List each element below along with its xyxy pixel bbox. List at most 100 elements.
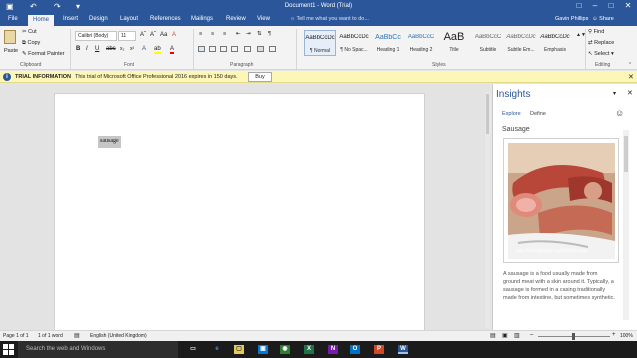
onenote-icon[interactable]: N	[328, 345, 338, 354]
format-painter-button[interactable]: ✎ Format Painter	[22, 51, 65, 57]
underline-icon[interactable]: U	[95, 46, 99, 52]
italic-icon[interactable]: I	[86, 46, 88, 52]
select-button[interactable]: ↖ Select ▾	[588, 51, 614, 57]
tab-references[interactable]: References	[150, 16, 181, 22]
maximize-icon[interactable]: □	[603, 1, 619, 10]
word-count[interactable]: 1 of 1 word	[38, 333, 63, 339]
tab-design[interactable]: Design	[89, 16, 108, 22]
zoom-out-icon[interactable]: –	[530, 332, 533, 338]
smiley-icon[interactable]: ☺	[615, 108, 624, 118]
highlight-icon[interactable]: ab	[154, 46, 161, 54]
taskbar-search-box[interactable]: Search the web and Windows	[18, 341, 178, 358]
page-count[interactable]: Page 1 of 1	[3, 333, 29, 339]
align-left-icon[interactable]	[198, 46, 205, 52]
close-icon[interactable]: ✕	[620, 1, 636, 10]
tab-define[interactable]: Define	[530, 111, 546, 117]
web-layout-icon[interactable]: ▥	[514, 332, 520, 339]
collapse-ribbon-icon[interactable]: ⌃	[628, 62, 632, 68]
style-heading-2[interactable]: AaBbCcC Heading 2	[405, 30, 437, 56]
bold-icon[interactable]: B	[76, 46, 80, 52]
clear-formatting-icon[interactable]: A	[172, 32, 176, 38]
scrollbar-thumb[interactable]	[486, 94, 489, 134]
zoom-level[interactable]: 100%	[620, 333, 633, 339]
chrome-icon[interactable]: ◉	[280, 345, 290, 354]
tab-file[interactable]: File	[8, 16, 18, 22]
minimize-icon[interactable]: –	[587, 1, 603, 10]
change-case-icon[interactable]: Aa	[160, 32, 167, 38]
style-emphasis[interactable]: AaBbCcDc Emphasis	[539, 30, 571, 56]
strikethrough-icon[interactable]: abc	[106, 46, 116, 52]
tell-me-box[interactable]: ☼ Tell me what you want to do...	[290, 16, 369, 22]
topic-image-card[interactable]: http://en.wikipedia.org/wiki/Sausage	[503, 138, 619, 263]
style-heading-1[interactable]: AaBbCc Heading 1	[372, 30, 404, 56]
style-no-spacing[interactable]: AaBbCcDc ¶ No Spac...	[338, 30, 370, 56]
tab-view[interactable]: View	[257, 16, 270, 22]
edge-icon[interactable]: e	[212, 345, 222, 354]
zoom-in-icon[interactable]: +	[612, 332, 616, 338]
borders-icon[interactable]	[269, 46, 276, 52]
font-name-box[interactable]: Calibri (Body)	[75, 31, 117, 41]
sort-icon[interactable]: ⇅	[257, 31, 262, 37]
style-normal[interactable]: AaBbCcDc ¶ Normal	[304, 30, 336, 56]
file-explorer-icon[interactable]: ▢	[234, 345, 244, 354]
task-view-icon[interactable]: ▭	[188, 345, 198, 354]
tab-mailings[interactable]: Mailings	[191, 16, 213, 22]
word-taskbar-icon[interactable]: W	[398, 345, 408, 354]
cut-button[interactable]: ✂ Cut	[22, 29, 37, 35]
paste-icon[interactable]	[4, 30, 16, 44]
document-scrollbar[interactable]	[485, 92, 490, 328]
shrink-font-icon[interactable]: Aˇ	[150, 32, 156, 38]
tab-insert[interactable]: Insert	[63, 16, 78, 22]
zoom-slider-thumb[interactable]	[572, 333, 575, 340]
multilevel-list-icon[interactable]: ≡	[223, 31, 226, 37]
style-subtle-emphasis[interactable]: AaBbCcDc Subtle Em...	[505, 30, 537, 56]
align-right-icon[interactable]	[220, 46, 227, 52]
font-color-icon[interactable]: A	[170, 46, 175, 54]
tab-home[interactable]: Home	[28, 15, 55, 26]
align-center-icon[interactable]	[209, 46, 216, 52]
read-mode-icon[interactable]: ▤	[490, 332, 496, 339]
pane-options-icon[interactable]: ▾	[613, 90, 616, 97]
replace-button[interactable]: ⇄ Replace	[588, 40, 614, 46]
increase-indent-icon[interactable]: ⇥	[246, 31, 251, 37]
tab-review[interactable]: Review	[226, 16, 246, 22]
insights-scrollbar[interactable]	[623, 130, 629, 320]
selected-text[interactable]: sausage	[98, 136, 121, 148]
buy-button[interactable]: Buy	[248, 72, 272, 82]
share-button[interactable]: ☺ Share	[592, 16, 614, 22]
windows-start-icon[interactable]	[3, 344, 14, 355]
close-icon[interactable]: ✕	[628, 73, 634, 81]
document-page[interactable]	[54, 93, 425, 333]
tab-layout[interactable]: Layout	[120, 16, 138, 22]
font-size-box[interactable]: 11	[118, 31, 136, 41]
superscript-icon[interactable]: x²	[130, 46, 134, 52]
ribbon-options-icon[interactable]: □	[571, 1, 587, 10]
subscript-icon[interactable]: x₂	[120, 46, 124, 52]
language[interactable]: English (United Kingdom)	[90, 333, 147, 339]
powerpoint-icon[interactable]: P	[374, 345, 384, 354]
grow-font-icon[interactable]: Aˆ	[140, 32, 146, 38]
outlook-icon[interactable]: O	[350, 345, 360, 354]
excel-icon[interactable]: X	[304, 345, 314, 354]
print-layout-icon[interactable]: ▣	[502, 332, 508, 339]
text-effects-icon[interactable]: A	[142, 46, 146, 52]
justify-icon[interactable]	[231, 46, 238, 52]
style-subtitle[interactable]: AaBbCcC Subtitle	[472, 30, 504, 56]
proofing-icon[interactable]: ▤	[74, 332, 80, 339]
decrease-indent-icon[interactable]: ⇤	[236, 31, 241, 37]
paste-button[interactable]: Paste	[4, 48, 18, 54]
find-button[interactable]: ⚲ Find	[588, 29, 604, 35]
tab-explore[interactable]: Explore	[502, 111, 521, 117]
style-title[interactable]: AaB Title	[438, 30, 470, 56]
copy-button[interactable]: ⧉ Copy	[22, 40, 40, 47]
numbering-icon[interactable]: ≡	[211, 31, 214, 37]
image-source-link[interactable]: http://en.wikipedia.org/wiki/Sausage	[516, 248, 588, 253]
show-marks-icon[interactable]: ¶	[268, 31, 271, 37]
shading-icon[interactable]	[257, 46, 264, 52]
store-icon[interactable]: ▣	[258, 345, 268, 354]
close-pane-icon[interactable]: ✕	[627, 89, 633, 97]
bullets-icon[interactable]: ≡	[199, 31, 202, 37]
user-name[interactable]: Gavin Phillips	[555, 16, 588, 22]
scrollbar-thumb[interactable]	[624, 136, 628, 172]
line-spacing-icon[interactable]	[244, 46, 251, 52]
